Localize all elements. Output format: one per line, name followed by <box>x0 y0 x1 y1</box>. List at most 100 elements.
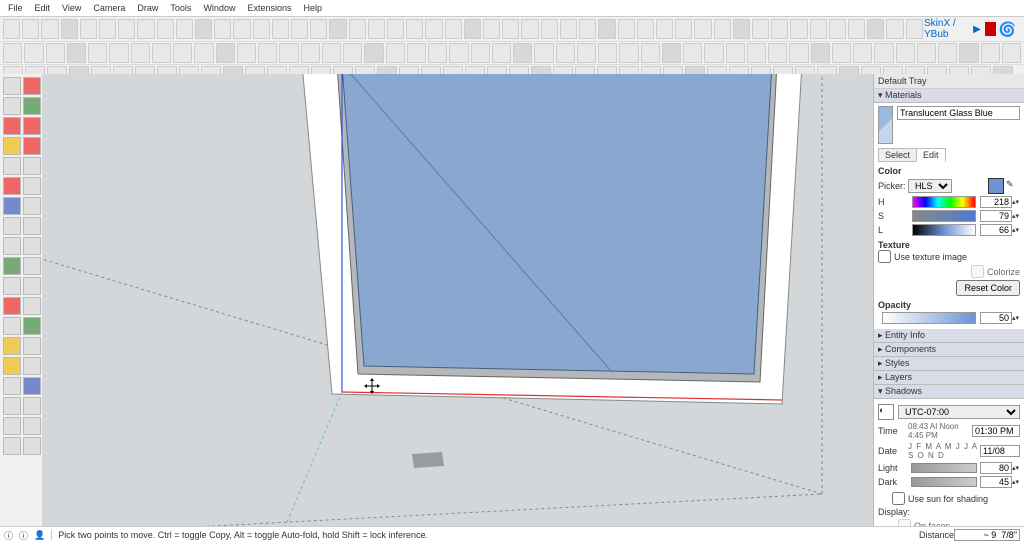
toolbar-button[interactable] <box>214 19 231 39</box>
date-input[interactable] <box>980 445 1020 457</box>
tool-button[interactable] <box>3 337 21 355</box>
tool-button[interactable] <box>3 177 21 195</box>
toolbar-button[interactable] <box>1002 43 1021 63</box>
menu-camera[interactable]: Camera <box>87 0 131 16</box>
menu-tools[interactable]: Tools <box>164 0 197 16</box>
tool-button[interactable] <box>3 257 21 275</box>
toolbar-button[interactable] <box>619 43 638 63</box>
reset-color-button[interactable]: Reset Color <box>956 280 1020 296</box>
toolbar-button[interactable] <box>726 43 745 63</box>
toolbar-button[interactable] <box>618 19 635 39</box>
toolbar-button[interactable] <box>832 43 851 63</box>
toolbar-button[interactable] <box>349 19 366 39</box>
toolbar-button[interactable] <box>428 43 447 63</box>
toolbar-button[interactable] <box>445 19 462 39</box>
toolbar-button[interactable] <box>771 19 788 39</box>
tool-button[interactable] <box>23 177 41 195</box>
light-slider2[interactable] <box>911 463 977 473</box>
h-input[interactable] <box>980 196 1012 208</box>
toolbar-button[interactable] <box>449 43 468 63</box>
menu-window[interactable]: Window <box>197 0 241 16</box>
toolbar-button[interactable] <box>61 19 78 39</box>
tool-button[interactable] <box>23 117 41 135</box>
tool-button[interactable] <box>23 357 41 375</box>
toolbar-button[interactable] <box>560 19 577 39</box>
toolbar-button[interactable] <box>829 19 846 39</box>
material-swatch[interactable] <box>878 106 893 144</box>
toolbar-button[interactable] <box>534 43 553 63</box>
light-spinner2[interactable]: ▴▾ <box>1012 466 1020 471</box>
toolbar-button[interactable] <box>407 43 426 63</box>
toolbar-button[interactable] <box>556 43 575 63</box>
panel-materials[interactable]: ▾ Materials <box>874 89 1024 103</box>
toolbar-button[interactable] <box>768 43 787 63</box>
toolbar-button[interactable] <box>521 19 538 39</box>
tool-button[interactable] <box>3 117 21 135</box>
menu-draw[interactable]: Draw <box>131 0 164 16</box>
toolbar-button[interactable] <box>513 43 532 63</box>
toolbar-button[interactable] <box>656 19 673 39</box>
panel-styles[interactable]: ▸ Styles <box>874 357 1024 371</box>
tool-button[interactable] <box>3 97 21 115</box>
toolbar-button[interactable] <box>675 19 692 39</box>
toolbar-button[interactable] <box>368 19 385 39</box>
tool-button[interactable] <box>3 157 21 175</box>
tool-button[interactable] <box>3 237 21 255</box>
l-spinner[interactable]: ▴▾ <box>1012 228 1020 233</box>
toolbar-button[interactable] <box>3 43 22 63</box>
toolbar-button[interactable] <box>637 19 654 39</box>
tool-button[interactable] <box>3 357 21 375</box>
toolbar-button[interactable] <box>258 43 277 63</box>
tool-button[interactable] <box>23 277 41 295</box>
play-icon[interactable]: ▶ <box>973 24 981 35</box>
toolbar-button[interactable] <box>152 43 171 63</box>
toolbar-button[interactable] <box>343 43 362 63</box>
tool-button[interactable] <box>3 217 21 235</box>
toolbar-button[interactable] <box>641 43 660 63</box>
toolbar-button[interactable] <box>233 19 250 39</box>
menu-file[interactable]: File <box>2 0 29 16</box>
toolbar-button[interactable] <box>67 43 86 63</box>
hue-slider[interactable] <box>912 196 976 208</box>
eyedropper-icon[interactable]: ✎ <box>1006 179 1020 193</box>
toolbar-button[interactable] <box>598 43 617 63</box>
toolbar-button[interactable] <box>406 19 423 39</box>
toolbar-button[interactable] <box>24 43 43 63</box>
toolbar-button[interactable] <box>938 43 957 63</box>
toolbar-button[interactable] <box>579 19 596 39</box>
tab-select[interactable]: Select <box>878 148 917 162</box>
tool-button[interactable] <box>23 97 41 115</box>
toolbar-button[interactable] <box>279 43 298 63</box>
toolbar-button[interactable] <box>867 19 884 39</box>
tool-button[interactable] <box>23 217 41 235</box>
material-name-input[interactable] <box>897 106 1020 120</box>
light-slider[interactable] <box>912 224 976 236</box>
distance-input[interactable] <box>954 529 1020 541</box>
toolbar-button[interactable] <box>874 43 893 63</box>
panel-entity-info[interactable]: ▸ Entity Info <box>874 329 1024 343</box>
toolbar-button[interactable] <box>176 19 193 39</box>
tool-button[interactable] <box>3 377 21 395</box>
toolbar-button[interactable] <box>789 43 808 63</box>
tool-button[interactable] <box>23 137 41 155</box>
toolbar-button[interactable] <box>301 43 320 63</box>
panel-layers[interactable]: ▸ Layers <box>874 371 1024 385</box>
menu-view[interactable]: View <box>56 0 87 16</box>
toolbar-button[interactable] <box>502 19 519 39</box>
tool-button[interactable] <box>3 317 21 335</box>
toolbar-button[interactable] <box>694 19 711 39</box>
tool-button[interactable] <box>23 237 41 255</box>
tool-button[interactable] <box>3 197 21 215</box>
toolbar-button[interactable] <box>386 43 405 63</box>
timezone-select[interactable]: UTC-07:00 <box>898 405 1020 419</box>
toolbar-button[interactable] <box>329 19 346 39</box>
tool-button[interactable] <box>23 397 41 415</box>
toolbar-button[interactable] <box>216 43 235 63</box>
tool-button[interactable] <box>3 277 21 295</box>
tool-button[interactable] <box>23 317 41 335</box>
toolbar-button[interactable] <box>790 19 807 39</box>
toolbar-button[interactable] <box>662 43 681 63</box>
toolbar-button[interactable] <box>131 43 150 63</box>
toolbar-button[interactable] <box>733 19 750 39</box>
toolbar-button[interactable] <box>598 19 615 39</box>
